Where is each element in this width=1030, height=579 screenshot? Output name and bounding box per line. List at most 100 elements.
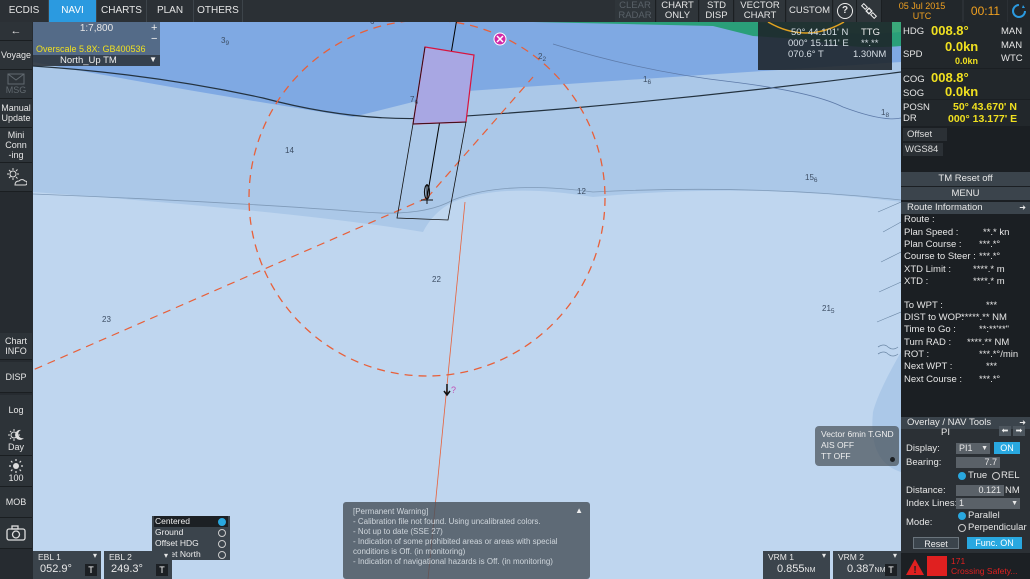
radio-off-icon bbox=[218, 551, 226, 559]
pi-tab[interactable]: PI bbox=[941, 427, 950, 438]
display-select[interactable]: PI1 ▼ bbox=[956, 443, 990, 454]
relative-bearing-option[interactable]: REL bbox=[1001, 470, 1019, 481]
plan-speed-value: **.* kn bbox=[983, 227, 1010, 238]
log-button[interactable]: Log bbox=[0, 395, 32, 426]
custom-button[interactable]: CUSTOM bbox=[787, 0, 833, 22]
true-bearing-option[interactable]: True bbox=[968, 470, 987, 481]
warning-title: [Permanent Warning] bbox=[353, 507, 429, 516]
distance-label: Distance: bbox=[906, 485, 946, 496]
vrm1-panel[interactable]: VRM 1 ▾ 0.855NM bbox=[763, 551, 830, 579]
distance-input[interactable]: 0.121 bbox=[956, 485, 1004, 496]
plan-speed-label: Plan Speed : bbox=[904, 227, 959, 238]
ais-status-text: AIS OFF bbox=[821, 440, 855, 450]
chart-display[interactable]: ? 3962216187614121562221523 1:7,800 + − … bbox=[33, 22, 901, 579]
depth-sounding: 6 bbox=[370, 22, 375, 26]
expand-plus-icon[interactable]: ▾ bbox=[93, 551, 97, 560]
ebl2-panel[interactable]: EBL 2 ▾ 249.3° T bbox=[104, 551, 172, 579]
weather-button[interactable] bbox=[0, 163, 32, 192]
expand-plus-icon[interactable]: ▾ bbox=[822, 551, 826, 560]
screenshot-button[interactable] bbox=[0, 518, 32, 549]
satellite-icon bbox=[861, 3, 877, 19]
chart-info-button[interactable]: Chart INFO bbox=[0, 333, 32, 360]
view-option-centered[interactable]: Centered bbox=[154, 516, 228, 527]
view-option-offset-hdg[interactable]: Offset HDG bbox=[154, 538, 228, 549]
cursor-distance: 1.30NM bbox=[853, 49, 887, 60]
msg-label: MSG bbox=[5, 85, 27, 95]
prev-arrow-icon[interactable]: ⬅ bbox=[999, 426, 1011, 436]
display-select-value: PI1 bbox=[959, 443, 973, 453]
arrow-left-icon: ← bbox=[10, 25, 22, 37]
tab-ecdis[interactable]: ECDIS bbox=[0, 0, 49, 22]
clear-radar-button[interactable]: CLEAR RADAR bbox=[615, 0, 656, 22]
vector-settings-box[interactable]: Vector 6min T.GND AIS OFF TT OFF bbox=[815, 426, 899, 466]
brightness-button[interactable]: 100 bbox=[0, 456, 32, 487]
help-button[interactable]: ? bbox=[834, 0, 857, 22]
mini-conning-button[interactable]: Mini Conn -ing bbox=[0, 128, 32, 163]
ebl1-panel[interactable]: EBL 1 ▾ 052.9° T bbox=[33, 551, 101, 579]
view-option-ground[interactable]: Ground bbox=[154, 527, 228, 538]
sync-button[interactable] bbox=[1008, 0, 1030, 22]
ttg-label: TTG bbox=[861, 27, 880, 38]
next-arrow-icon[interactable]: ➡ bbox=[1013, 426, 1025, 436]
radio-on-icon[interactable] bbox=[958, 512, 966, 520]
scale-value: 1:7,800 bbox=[79, 23, 114, 34]
menu-button[interactable]: MENU bbox=[901, 187, 1030, 200]
distance-unit: NM bbox=[1005, 485, 1020, 496]
orientation-select[interactable]: North_Up TM ▼ bbox=[33, 55, 160, 66]
vector-chart-button[interactable]: VECTOR CHART bbox=[735, 0, 786, 22]
expand-plus-icon[interactable]: ▾ bbox=[164, 551, 168, 560]
course-to-steer-value: ***.*° bbox=[979, 251, 1001, 262]
next-course-value: ***.*° bbox=[979, 374, 1001, 385]
zoom-out-button[interactable]: − bbox=[151, 33, 157, 45]
vrm2-panel[interactable]: VRM 2 ▾ 0.387NM T bbox=[833, 551, 901, 579]
pi-on-toggle[interactable]: ON bbox=[994, 442, 1020, 454]
vrm2-true-toggle[interactable]: T bbox=[885, 564, 897, 576]
ebl1-true-toggle[interactable]: T bbox=[85, 564, 97, 576]
index-lines-select[interactable]: 1 ▼ bbox=[956, 498, 1020, 509]
radio-off-icon[interactable] bbox=[992, 472, 1000, 480]
func-on-button[interactable]: Func. ON bbox=[967, 537, 1022, 549]
vrm1-value-group: 0.855NM bbox=[777, 563, 815, 575]
alarm-bar[interactable]: ! 171 Crossing Safety... bbox=[901, 554, 1030, 579]
radio-on-icon[interactable] bbox=[958, 472, 966, 480]
collapse-up-icon[interactable]: ▲ bbox=[575, 506, 583, 516]
index-lines-label: Index Lines: bbox=[906, 498, 958, 509]
msg-button[interactable]: MSG bbox=[0, 70, 32, 99]
alarm-ack-icon[interactable] bbox=[927, 556, 947, 576]
chart-only-button[interactable]: CHART ONLY bbox=[657, 0, 699, 22]
vector-mode-text: Vector 6min T.GND bbox=[821, 429, 894, 439]
longitude-value: 000° 13.177' E bbox=[948, 113, 1018, 125]
tab-others[interactable]: OTHERS bbox=[194, 0, 243, 22]
cog-label: COG bbox=[903, 74, 925, 85]
ebl2-true-toggle[interactable]: T bbox=[156, 564, 168, 576]
expand-plus-icon[interactable]: ▾ bbox=[893, 551, 897, 560]
dr-label: DR bbox=[903, 113, 917, 124]
hdg-spd-panel: HDG 008.8° MAN SPD 0.0kn MAN 0.0kn WTC bbox=[901, 22, 1030, 68]
tab-navi[interactable]: NAVI bbox=[49, 0, 97, 22]
bearing-input[interactable]: 7.7 bbox=[956, 457, 1000, 468]
spd-mode: MAN bbox=[1001, 40, 1023, 51]
mob-button[interactable]: MOB bbox=[0, 487, 32, 518]
disp-button[interactable]: DISP bbox=[0, 362, 32, 393]
satellite-button[interactable] bbox=[857, 0, 882, 22]
alarm-text: Crossing Safety... bbox=[951, 566, 1018, 576]
reset-button[interactable]: Reset bbox=[913, 537, 959, 549]
tm-reset-button[interactable]: TM Reset off bbox=[901, 172, 1030, 186]
index-lines-value: 1 bbox=[959, 498, 965, 508]
day-night-button[interactable]: Day bbox=[0, 425, 32, 456]
back-button[interactable]: ← bbox=[0, 22, 32, 41]
manual-update-button[interactable]: Manual Update bbox=[0, 99, 32, 128]
std-disp-button[interactable]: STD DISP bbox=[700, 0, 734, 22]
vrm1-unit: NM bbox=[804, 567, 816, 574]
tab-plan[interactable]: PLAN bbox=[147, 0, 194, 22]
route-info-header[interactable]: Route Information ➜ bbox=[901, 202, 1030, 214]
hdg-value: 008.8° bbox=[931, 23, 969, 38]
radio-off-icon[interactable] bbox=[958, 524, 966, 532]
voyage-button[interactable]: Voyage bbox=[0, 41, 32, 70]
cog-sog-panel: COG 008.8° SOG 0.0kn bbox=[901, 69, 1030, 99]
parallel-option[interactable]: Parallel bbox=[968, 510, 1000, 521]
offset-button[interactable]: Offset bbox=[903, 128, 947, 141]
depth-sounding: 22 bbox=[432, 275, 441, 284]
tab-charts[interactable]: CHARTS bbox=[97, 0, 147, 22]
perpendicular-option[interactable]: Perpendicular bbox=[968, 522, 1027, 533]
